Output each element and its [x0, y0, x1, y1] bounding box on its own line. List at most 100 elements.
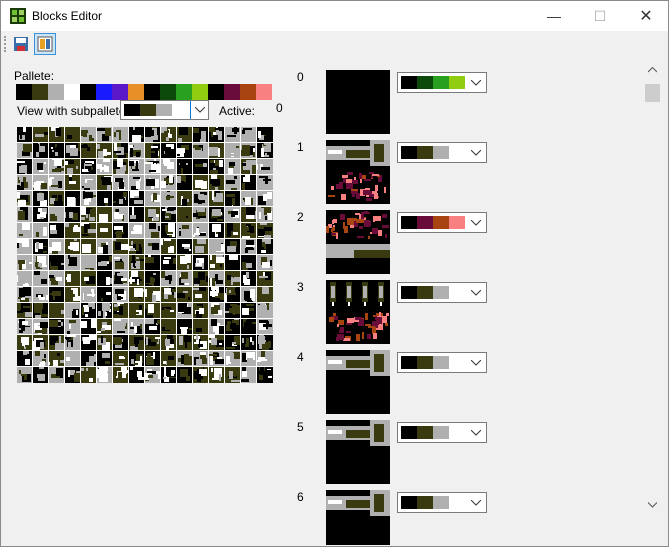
palette-color-swatch[interactable]	[208, 84, 224, 100]
subpalette-color-swatch	[124, 104, 140, 116]
palette-color-swatch[interactable]	[192, 84, 208, 100]
block-palette-select[interactable]	[397, 352, 487, 373]
block-index: 2	[297, 210, 304, 224]
block-palette-select[interactable]	[397, 282, 487, 303]
tileset-canvas[interactable]	[17, 127, 273, 383]
block-preview[interactable]	[326, 490, 390, 545]
block-row: 2	[289, 210, 644, 280]
title-bar: Blocks Editor — ☐ ✕	[1, 1, 668, 31]
chevron-down-icon	[468, 355, 484, 371]
window-title: Blocks Editor	[32, 9, 103, 23]
layout-button[interactable]	[34, 33, 56, 55]
chevron-down-icon	[648, 501, 657, 508]
palette-color-swatch[interactable]	[256, 84, 272, 100]
chevron-down-icon	[468, 425, 484, 441]
active-value: 0	[276, 101, 283, 115]
block-palette-swatch	[433, 146, 449, 159]
block-index: 3	[297, 280, 304, 294]
tileset-view[interactable]	[17, 127, 273, 383]
block-index: 1	[297, 140, 304, 154]
block-row: 5	[289, 420, 644, 490]
chevron-down-icon	[190, 101, 208, 119]
palette-color-swatch[interactable]	[160, 84, 176, 100]
block-palette-swatch	[401, 356, 417, 369]
scroll-up-button[interactable]	[644, 61, 661, 78]
palette-strip[interactable]	[16, 84, 272, 100]
subpalette-select[interactable]	[120, 100, 209, 120]
chevron-down-icon	[468, 285, 484, 301]
palette-color-swatch[interactable]	[80, 84, 96, 100]
palette-color-swatch[interactable]	[32, 84, 48, 100]
block-palette-swatch	[401, 146, 417, 159]
block-row: 0	[289, 70, 644, 140]
block-palette-swatch	[449, 426, 465, 439]
palette-label: Pallete:	[14, 69, 55, 83]
palette-color-swatch[interactable]	[128, 84, 144, 100]
scroll-down-button[interactable]	[644, 496, 661, 513]
block-preview[interactable]	[326, 350, 390, 414]
maximize-icon: ☐	[593, 7, 607, 24]
palette-color-swatch[interactable]	[16, 84, 32, 100]
block-palette-swatch	[449, 76, 465, 89]
block-index: 5	[297, 420, 304, 434]
save-icon	[14, 37, 28, 51]
block-palette-swatch	[449, 496, 465, 509]
chevron-down-icon	[468, 75, 484, 91]
blocks-editor-window: Blocks Editor — ☐ ✕ Pallete: View with s…	[0, 0, 669, 547]
minimize-icon: —	[547, 8, 561, 24]
block-palette-select[interactable]	[397, 212, 487, 233]
block-palette-swatch	[449, 286, 465, 299]
block-palette-swatch	[449, 356, 465, 369]
block-palette-select[interactable]	[397, 492, 487, 513]
maximize-button[interactable]: ☐	[577, 1, 623, 31]
minimize-button[interactable]: —	[531, 1, 577, 31]
block-palette-select[interactable]	[397, 422, 487, 443]
block-palette-swatch	[449, 216, 465, 229]
chevron-down-icon	[468, 145, 484, 161]
block-row: 1	[289, 140, 644, 210]
palette-color-swatch[interactable]	[176, 84, 192, 100]
vertical-scrollbar[interactable]	[644, 61, 661, 513]
block-palette-swatch	[417, 216, 433, 229]
palette-color-swatch[interactable]	[112, 84, 128, 100]
save-button[interactable]	[10, 33, 32, 55]
palette-color-swatch[interactable]	[224, 84, 240, 100]
block-palette-swatch	[433, 76, 449, 89]
block-palette-select[interactable]	[397, 142, 487, 163]
block-preview[interactable]	[326, 420, 390, 484]
toolbar-grip[interactable]	[4, 36, 6, 52]
palette-color-swatch[interactable]	[144, 84, 160, 100]
block-palette-swatch	[417, 146, 433, 159]
block-preview[interactable]	[326, 140, 390, 204]
palette-color-swatch[interactable]	[48, 84, 64, 100]
block-palette-swatch	[417, 496, 433, 509]
block-preview[interactable]	[326, 70, 390, 134]
block-palette-swatch	[401, 76, 417, 89]
active-label: Active:	[219, 104, 256, 118]
block-palette-swatch	[417, 76, 433, 89]
palette-color-swatch[interactable]	[96, 84, 112, 100]
subpalette-color-swatch	[156, 104, 172, 116]
block-preview[interactable]	[326, 210, 390, 274]
block-palette-swatch	[417, 286, 433, 299]
block-row: 6	[289, 490, 644, 545]
block-palette-swatch	[401, 426, 417, 439]
block-preview[interactable]	[326, 280, 390, 344]
block-index: 4	[297, 350, 304, 364]
scroll-thumb[interactable]	[645, 84, 660, 102]
block-palette-swatch	[433, 426, 449, 439]
block-palette-swatch	[433, 356, 449, 369]
block-palette-select[interactable]	[397, 72, 487, 93]
layout-icon	[37, 36, 53, 52]
block-palette-swatch	[401, 496, 417, 509]
close-button[interactable]: ✕	[623, 1, 669, 31]
block-index: 6	[297, 490, 304, 504]
block-row: 3	[289, 280, 644, 350]
close-icon: ✕	[639, 8, 653, 25]
chevron-down-icon	[468, 495, 484, 511]
block-palette-swatch	[433, 496, 449, 509]
palette-color-swatch[interactable]	[240, 84, 256, 100]
block-palette-swatch	[401, 286, 417, 299]
block-palette-swatch	[433, 286, 449, 299]
palette-color-swatch[interactable]	[64, 84, 80, 100]
